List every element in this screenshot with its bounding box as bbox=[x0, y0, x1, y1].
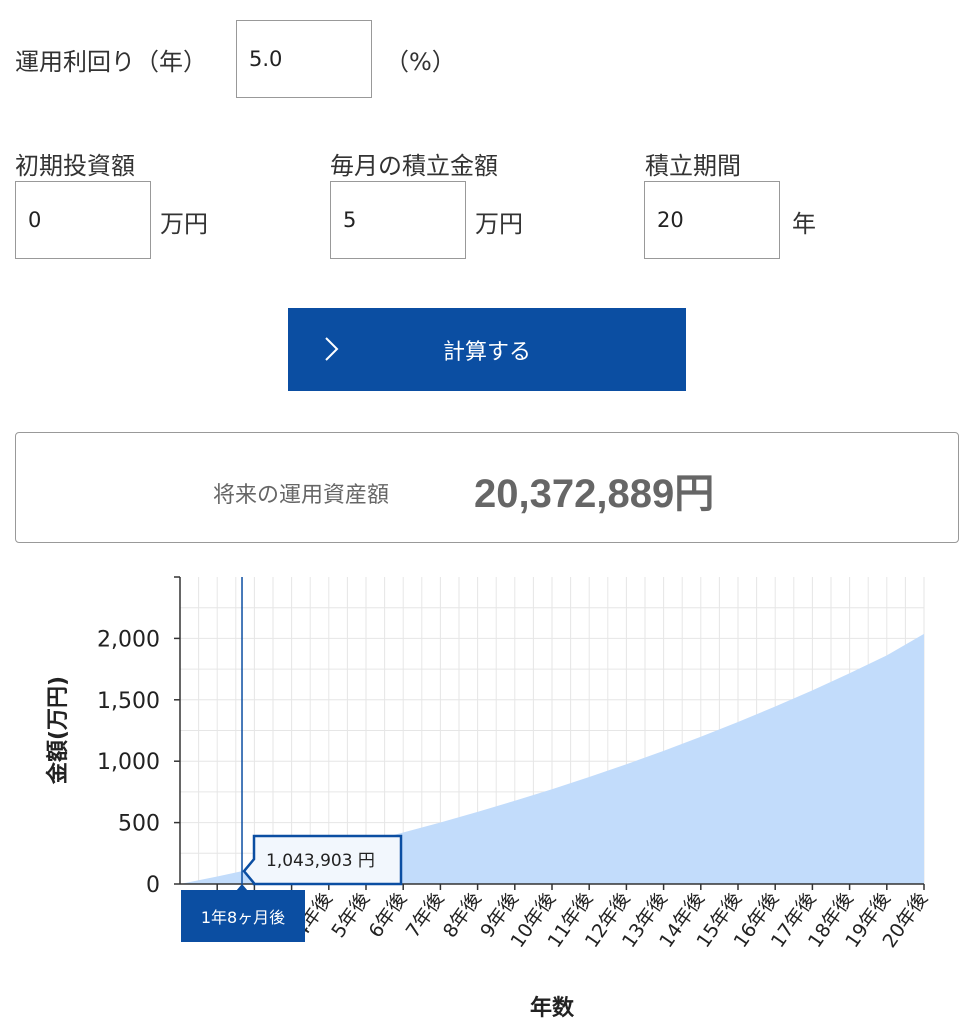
y-tick-label: 0 bbox=[146, 873, 160, 898]
rate-label: 運用利回り（年） bbox=[15, 48, 207, 76]
result-label: 将来の運用資産額 bbox=[213, 483, 390, 508]
period-unit: 年 bbox=[792, 210, 816, 238]
period-label: 積立期間 bbox=[645, 152, 741, 180]
y-axis: 0 500 1,000 1,500 2,000 bbox=[97, 576, 181, 898]
result-value: 20,372,889円 bbox=[474, 472, 715, 516]
monthly-label: 毎月の積立金額 bbox=[330, 152, 498, 180]
cursor-x-label-pointer bbox=[236, 884, 249, 891]
y-tick-label: 1,000 bbox=[97, 750, 160, 775]
rate-input[interactable]: 5.0 bbox=[236, 20, 372, 98]
cursor-x-label: 1年8ヶ月後 bbox=[201, 908, 285, 927]
x-tick-label: 5年後 bbox=[327, 888, 374, 942]
x-tick-label: 6年後 bbox=[365, 888, 412, 942]
monthly-unit: 万円 bbox=[475, 210, 523, 238]
calculate-button[interactable]: 計算する bbox=[288, 308, 686, 391]
cursor-tooltip-value: 1,043,903 円 bbox=[266, 851, 375, 871]
x-tick-label: 8年後 bbox=[439, 888, 486, 942]
rate-unit: （%） bbox=[385, 48, 456, 76]
calculate-button-label: 計算する bbox=[442, 339, 531, 365]
initial-label: 初期投資額 bbox=[15, 152, 135, 180]
initial-unit: 万円 bbox=[160, 210, 208, 238]
x-tick-label: 7年後 bbox=[402, 888, 449, 942]
y-tick-label: 1,500 bbox=[97, 689, 160, 714]
area-chart: 05001,0001,5002,000 1年後2年後3年後4年後5年後6年後7年… bbox=[45, 576, 932, 1021]
x-axis-title: 年数 bbox=[530, 995, 575, 1021]
initial-input[interactable]: 0 bbox=[15, 181, 151, 259]
y-axis-title: 金額(万円) bbox=[45, 676, 71, 785]
period-input[interactable]: 20 bbox=[644, 181, 780, 259]
y-tick-label: 500 bbox=[118, 812, 160, 837]
chevron-right-icon bbox=[325, 337, 339, 361]
y-tick-label: 2,000 bbox=[97, 627, 160, 652]
monthly-input[interactable]: 5 bbox=[330, 181, 466, 259]
result-box: 将来の運用資産額 20,372,889円 bbox=[15, 432, 959, 543]
